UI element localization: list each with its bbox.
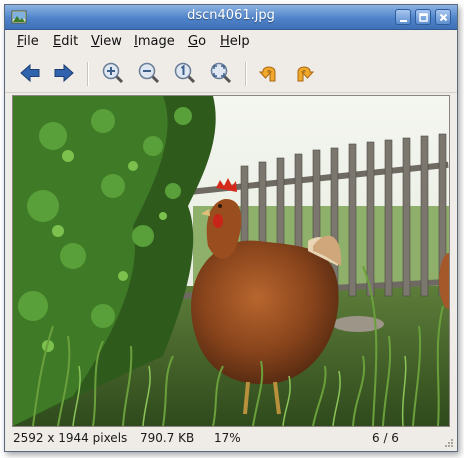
menu-view-label: iew (99, 34, 122, 49)
menu-file-label: ile (23, 34, 39, 49)
zoom-fit-icon[interactable] (209, 61, 233, 85)
toolbar-separator (87, 62, 89, 86)
menu-help-label: elp (229, 34, 250, 49)
menu-go[interactable]: Go (188, 34, 206, 49)
rotate-right-icon[interactable] (292, 61, 316, 85)
zoom-in-icon[interactable] (101, 61, 125, 85)
resize-grip-icon[interactable] (443, 437, 454, 448)
toolbar-separator (245, 62, 247, 86)
menu-edit-mnemonic: E (53, 34, 62, 49)
minimize-icon (400, 20, 407, 22)
minimize-button[interactable] (395, 9, 411, 25)
close-icon (439, 13, 448, 22)
status-zoom: 17% (214, 431, 241, 445)
rotate-left-icon[interactable] (257, 61, 281, 85)
image-display[interactable] (12, 95, 450, 427)
maximize-icon (419, 13, 428, 22)
menu-bar: File Edit View Image Go Help (5, 30, 457, 54)
window-title: dscn4061.jpg (187, 8, 275, 23)
status-position: 6 / 6 (372, 431, 399, 445)
back-arrow-icon[interactable] (18, 61, 42, 85)
menu-go-mnemonic: G (188, 34, 199, 49)
zoom-out-icon[interactable] (137, 61, 161, 85)
image-viewer-window: dscn4061.jpg File Edit View Image Go Hel… (4, 4, 458, 452)
zoom-100-icon[interactable] (173, 61, 197, 85)
menu-view-mnemonic: V (91, 34, 100, 49)
menu-edit[interactable]: Edit (53, 34, 78, 49)
title-bar[interactable]: dscn4061.jpg (5, 5, 457, 30)
maximize-button[interactable] (415, 9, 431, 25)
status-bar: 2592 x 1944 pixels 790.7 KB 17% 6 / 6 (5, 427, 457, 451)
toolbar (5, 54, 457, 93)
forward-arrow-icon[interactable] (52, 61, 76, 85)
menu-image-label: mage (137, 34, 175, 49)
close-button[interactable] (435, 9, 451, 25)
menu-image[interactable]: Image (134, 34, 175, 49)
photo (13, 96, 449, 426)
menu-edit-label: dit (61, 34, 79, 49)
menu-help[interactable]: Help (220, 34, 250, 49)
status-dimensions: 2592 x 1944 pixels (13, 431, 128, 445)
status-filesize: 790.7 KB (140, 431, 195, 445)
menu-file[interactable]: File (17, 34, 39, 49)
menu-view[interactable]: View (91, 34, 122, 49)
menu-help-mnemonic: H (220, 34, 230, 49)
menu-go-label: o (198, 34, 207, 49)
